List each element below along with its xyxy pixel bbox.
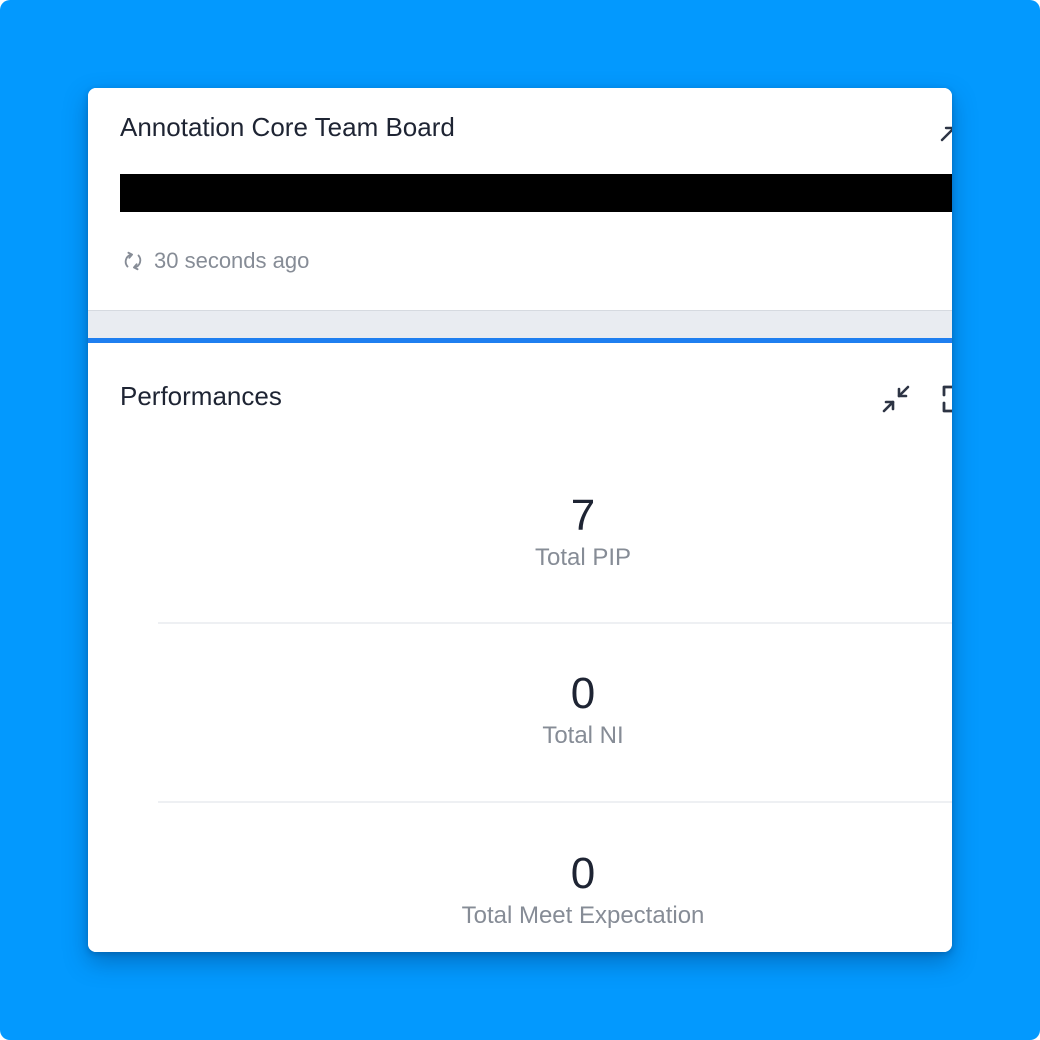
divider <box>158 801 952 803</box>
divider <box>158 622 952 624</box>
redacted-bar <box>120 174 952 212</box>
board-title: Annotation Core Team Board <box>120 112 455 142</box>
screenshot-frame: Annotation Core Team Board 30 seconds ag… <box>0 0 1040 1040</box>
stat-label: Total Meet Expectation <box>461 902 705 929</box>
stat-list: 7 Total PIP 0 Total NI 0 Total Meet Expe… <box>158 343 952 952</box>
refresh-timestamp: 30 seconds ago <box>154 248 310 273</box>
dashboard-card: Annotation Core Team Board 30 seconds ag… <box>88 88 952 952</box>
stat-total-ni: 0 Total NI <box>158 669 952 751</box>
stat-value: 0 <box>570 669 596 718</box>
performances-panel: Performances 7 Total PIP 0 Total NI 0 To… <box>88 338 952 952</box>
refresh-icon[interactable] <box>122 250 144 272</box>
stat-label: Total PIP <box>534 544 632 571</box>
stat-label: Total NI <box>542 722 624 749</box>
stat-value: 7 <box>570 491 596 540</box>
board-panel: Annotation Core Team Board 30 seconds ag… <box>88 88 952 311</box>
stat-total-meet-expectation: 0 Total Meet Expectation <box>158 849 952 931</box>
last-refreshed: 30 seconds ago <box>122 246 309 276</box>
stat-value: 0 <box>570 849 596 898</box>
stat-total-pip: 7 Total PIP <box>158 491 952 573</box>
expand-icon[interactable] <box>940 120 952 144</box>
